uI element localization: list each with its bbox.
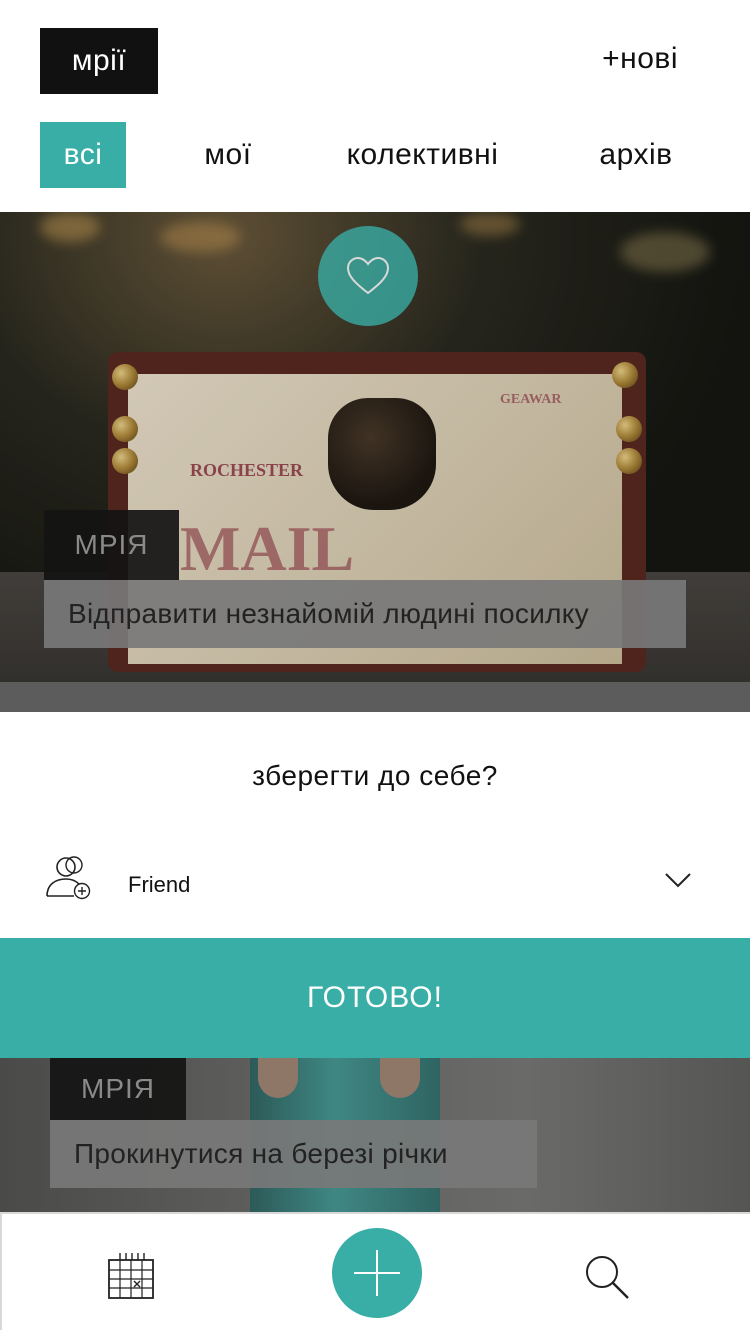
select-value: Friend [128, 872, 191, 897]
dream-tag: МРІЯ [44, 510, 179, 580]
heart-icon [346, 256, 390, 295]
app-logo[interactable]: мрії [40, 28, 158, 94]
calendar-icon[interactable] [106, 1250, 158, 1302]
like-button[interactable] [318, 226, 418, 326]
dream-card[interactable]: ROCHESTER MAIL GEAWAR МРІЯ Відправити не… [0, 212, 750, 682]
done-button[interactable]: ГОТОВО! [0, 938, 750, 1058]
friend-select[interactable]: Friend [0, 850, 748, 920]
search-icon[interactable] [582, 1252, 632, 1302]
dream-title: Відправити незнайомій людині посилку [44, 580, 686, 648]
add-dream-button[interactable] [332, 1228, 422, 1318]
modal-backdrop[interactable] [0, 682, 750, 712]
dream-card[interactable]: МРІЯ Прокинутися на березі річки [0, 1058, 750, 1212]
add-person-icon [46, 856, 91, 900]
save-dialog: зберегти до себе? Friend [0, 712, 748, 938]
filter-tabs: всі мої колективні архів [0, 122, 750, 188]
dream-title: Прокинутися на березі річки [50, 1120, 537, 1188]
dialog-title: зберегти до себе? [252, 760, 498, 791]
tab-archive[interactable]: архів [590, 122, 682, 188]
dream-tag: МРІЯ [50, 1058, 186, 1120]
bottom-navigation [0, 1212, 750, 1330]
tab-mine[interactable]: мої [188, 122, 268, 188]
app-header: мрії +нові всі мої колективні архів [0, 0, 750, 212]
tab-collective[interactable]: колективні [340, 122, 505, 188]
new-dream-button[interactable]: +нові [602, 42, 678, 76]
chevron-down-icon [665, 873, 691, 888]
tab-all[interactable]: всі [40, 122, 126, 188]
plus-icon [354, 1250, 400, 1296]
